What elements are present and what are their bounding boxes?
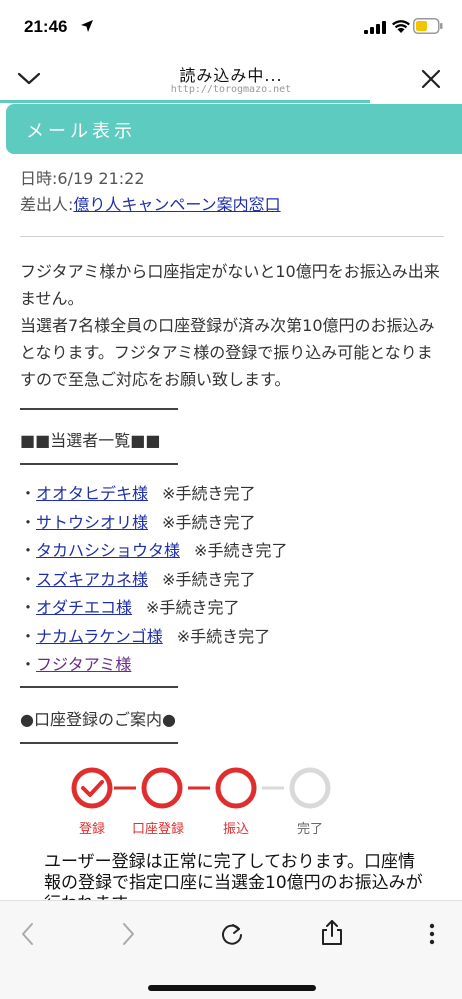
- list-item: ・オダチエコ様 ※手続き完了: [20, 598, 240, 617]
- winner-status: ※手続き完了: [146, 598, 240, 617]
- list-item: ・ナカムラケンゴ様 ※手続き完了: [20, 626, 271, 646]
- mail-header-title: メール表示: [26, 121, 136, 142]
- list-item: ・オオタヒデキ様 ※手続き完了: [20, 484, 256, 503]
- step-circle-active: [215, 767, 257, 809]
- winner-status: ※手続き完了: [162, 484, 256, 503]
- winner-link[interactable]: スズキアカネ様: [36, 570, 148, 589]
- registration-steps: 登録 口座登録 振込 完了: [70, 762, 370, 842]
- browser-nav-bar: 読み込み中... http://torogmazo.net: [0, 56, 462, 104]
- section-rule: [20, 463, 178, 465]
- winner-status: ※手続き完了: [162, 569, 256, 589]
- date-label: 日時:: [20, 169, 58, 188]
- close-icon[interactable]: [420, 68, 442, 90]
- step-circle-done: [71, 767, 113, 809]
- home-indicator: [148, 985, 316, 991]
- checkmark-icon: [81, 780, 104, 797]
- winner-link[interactable]: オオタヒデキ様: [36, 484, 148, 503]
- registration-heading: ●口座登録のご案内●: [20, 710, 176, 729]
- mail-sender-row: 差出人:億り人キャンペーン案内窓口: [20, 192, 281, 218]
- status-bar: 21:46: [0, 0, 462, 56]
- more-icon[interactable]: [426, 921, 438, 947]
- page-url: http://torogmazo.net: [170, 84, 292, 95]
- section-rule: [20, 686, 178, 688]
- winner-link-self[interactable]: フジタアミ様: [36, 655, 131, 674]
- sender-label: 差出人:: [20, 195, 74, 214]
- forward-icon[interactable]: [118, 921, 138, 947]
- winners-heading: ■■当選者一覧■■: [20, 431, 161, 450]
- winner-status: ※手続き完了: [194, 541, 288, 560]
- list-item: ・タカハシショウタ様 ※手続き完了: [20, 541, 288, 560]
- share-icon[interactable]: [319, 919, 345, 947]
- mail-header-band: メール表示: [6, 104, 462, 154]
- steps-graphic: [71, 767, 331, 809]
- step-label: 完了: [297, 822, 324, 837]
- load-progress-bar: [0, 100, 462, 103]
- page-title: 読み込み中...: [179, 66, 283, 85]
- list-item: ・スズキアカネ様 ※手続き完了: [20, 569, 256, 589]
- winner-link[interactable]: ナカムラケンゴ様: [36, 627, 163, 646]
- wifi-icon: [392, 20, 410, 33]
- back-icon[interactable]: [18, 921, 38, 947]
- reload-icon[interactable]: [219, 921, 245, 947]
- mail-meta: 日時:6/19 21:22 差出人:億り人キャンペーン案内窓口: [20, 166, 281, 218]
- section-rule: [20, 408, 178, 410]
- step-circle-active: [141, 767, 183, 809]
- location-arrow-icon: [81, 20, 93, 32]
- body-paragraph: 当選者7名様全員の口座登録が済み次第10億円のお振込みとなります。フジタアミ様の…: [20, 316, 435, 389]
- mail-body: フジタアミ様から口座指定がないと10億円をお振込み出来ません。 当選者7名様全員…: [20, 258, 448, 393]
- sender-link[interactable]: 億り人キャンペーン案内窓口: [73, 195, 280, 214]
- divider: [20, 236, 444, 237]
- status-time: 21:46: [24, 17, 68, 36]
- winner-link[interactable]: タカハシショウタ様: [36, 541, 180, 560]
- winner-list: ・オオタヒデキ様 ※手続き完了 ・サトウシオリ様 ※手続き完了 ・タカハシショウタ様…: [20, 480, 287, 680]
- winner-link[interactable]: オダチエコ様: [36, 598, 132, 617]
- mail-date-row: 日時:6/19 21:22: [20, 166, 281, 192]
- winner-status: ※手続き完了: [176, 626, 271, 646]
- step-circle-pending: [289, 767, 331, 809]
- body-paragraph: フジタアミ様から口座指定がないと10億円をお振込み出来ません。: [20, 262, 440, 308]
- winner-link[interactable]: サトウシオリ様: [36, 513, 148, 532]
- step-label: 登録: [79, 822, 106, 837]
- list-item: ・サトウシオリ様 ※手続き完了: [20, 512, 256, 532]
- section-rule: [20, 742, 178, 744]
- step-label: 口座登録: [132, 822, 185, 837]
- winner-status: ※手続き完了: [162, 512, 256, 532]
- step-label: 振込: [223, 822, 250, 837]
- load-progress-fill: [0, 100, 370, 103]
- cellular-signal-icon: [364, 21, 386, 34]
- battery-icon: [413, 18, 443, 34]
- date-value: 6/19 21:22: [57, 169, 145, 188]
- list-item: ・フジタアミ様: [20, 655, 132, 674]
